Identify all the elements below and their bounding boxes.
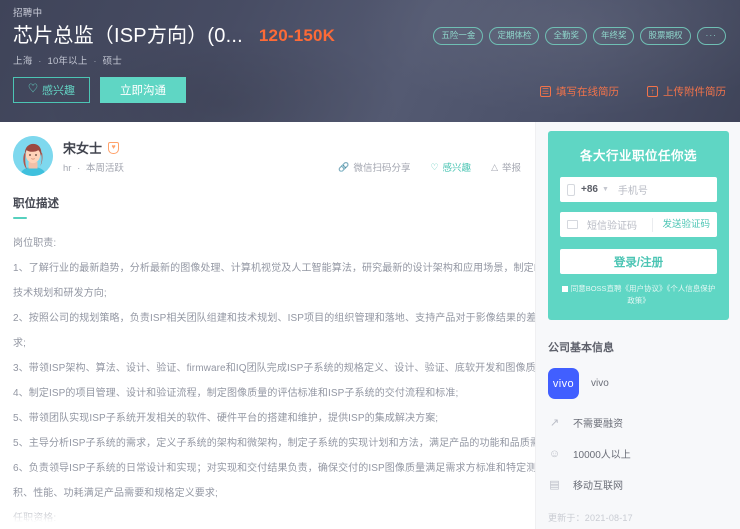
recruiter-row: 宋女士 ♥ hr · 本周活跃 🔗 微信扫码分享 ♡ 感兴趣 △ 举报 [13, 136, 521, 176]
company-funding-row: ↗ 不需要融资 [548, 415, 729, 430]
company-funding-label: 不需要融资 [573, 419, 623, 430]
meta-city: 上海 [13, 56, 33, 67]
description-line: 1、了解行业的最新趋势，分析最新的图像处理、计算机视觉及人工智能算法，研究最新的… [13, 263, 536, 274]
sms-code-placeholder[interactable]: 短信验证码 [587, 217, 637, 232]
login-card-title: 各大行业职位任你选 [579, 149, 697, 163]
job-detail-column: 宋女士 ♥ hr · 本周活跃 🔗 微信扫码分享 ♡ 感兴趣 △ 举报 职位描述… [0, 122, 536, 529]
meta-education: 硕士 [102, 56, 123, 67]
company-size-label: 10000人以上 [573, 450, 631, 461]
description-line: 积、性能、功耗满足产品需要和规格定义要求; [13, 488, 218, 499]
recruiter-sep: · [77, 163, 81, 174]
company-info-heading: 公司基本信息 [548, 342, 614, 354]
company-logo: vivo [548, 368, 579, 399]
recruiter-info: 宋女士 ♥ hr · 本周活跃 [63, 138, 124, 174]
terms-agreement[interactable]: 同意BOSS直聘《用户协议》《个人信息保护政策》 [560, 283, 717, 307]
benefit-tag-row: 五险一金 定期体检 全勤奖 年终奖 股票期权 ··· [433, 27, 726, 45]
upload-resume-link[interactable]: ↑ 上传附件简历 [647, 84, 726, 99]
benefit-tag: 全勤奖 [545, 27, 587, 45]
description-line: 6、负责领导ISP子系统的日常设计和实现；对实现和交付结果负责，确保交付的ISP… [13, 463, 536, 474]
interested-button-label: 感兴趣 [42, 85, 75, 97]
description-line: 5、带领团队实现ISP子系统开发相关的软件、硬件平台的搭建和维护，提供ISP的集… [13, 413, 439, 424]
sms-code-field[interactable]: 短信验证码 发送验证码 [560, 212, 717, 237]
phone-input-placeholder[interactable]: 手机号 [618, 182, 648, 197]
company-industry-label: 移动互联网 [573, 481, 623, 492]
updated-timestamp: 更新于：2021-08-17 [548, 513, 633, 523]
meta-experience: 10年以上 [47, 56, 88, 67]
description-line: 5、主导分析ISP子系统的需求，定义子系统的架构和微架构，制定子系统的实现计划和… [13, 438, 536, 449]
avatar[interactable] [13, 136, 53, 176]
industry-icon: ▤ [549, 479, 560, 491]
company-name: vivo [591, 378, 609, 389]
company-size-row: ☺ 10000人以上 [548, 446, 729, 462]
description-line: 岗位职责: [13, 238, 57, 249]
benefit-tag: 年终奖 [592, 27, 635, 45]
benefit-tag: 五险一金 [433, 27, 484, 45]
chevron-down-icon[interactable]: ▼ [602, 186, 609, 193]
interested-button[interactable]: ♡ 感兴趣 [13, 77, 90, 103]
phone-field[interactable]: +86 ▼ 手机号 [560, 177, 717, 202]
job-description-heading: 职位描述 [13, 198, 59, 210]
recruiter-name-line: 宋女士 ♥ [63, 138, 124, 157]
benefit-tag-more-button[interactable]: ··· [696, 27, 726, 45]
recruiter-action-row: 🔗 微信扫码分享 ♡ 感兴趣 △ 举报 [338, 160, 521, 176]
recruiter-activity: 本周活跃 [85, 163, 124, 174]
sidebar: 各大行业职位任你选 +86 ▼ 手机号 短信验证码 发送验证码 登录/注册 同意… [536, 122, 740, 529]
description-line: 任职资格: [13, 513, 57, 524]
job-status-label: 招聘中 [13, 8, 43, 19]
content-area: 宋女士 ♥ hr · 本周活跃 🔗 微信扫码分享 ♡ 感兴趣 △ 举报 职位描述… [0, 122, 740, 529]
job-meta: 上海 · 10年以上 · 硕士 [13, 53, 726, 67]
description-line: 2、按照公司的规划策略，负责ISP相关团队组建和技术规划、ISP项目的组织管理和… [13, 313, 536, 324]
meta-sep-1: · [38, 56, 42, 67]
company-industry-row: ▤ 移动互联网 [548, 477, 729, 492]
meta-sep-2: · [93, 56, 97, 67]
online-resume-icon: ☰ [540, 86, 551, 97]
interested-action[interactable]: ♡ 感兴趣 [430, 160, 471, 174]
wechat-share-label: 微信扫码分享 [353, 163, 411, 174]
benefit-tag: 定期体检 [489, 27, 540, 45]
link-icon: 🔗 [338, 161, 350, 172]
resume-link-row: ☰ 填写在线简历 ↑ 上传附件简历 [540, 84, 726, 99]
chat-now-button[interactable]: 立即沟通 [100, 77, 186, 103]
upload-resume-label: 上传附件简历 [663, 86, 726, 98]
interested-action-label: 感兴趣 [442, 163, 472, 174]
verified-shield-icon: ♥ [108, 141, 120, 154]
description-line: 4、制定ISP的项目管理、设计和验证流程，制定图像质量的评估标准和ISP子系统的… [13, 388, 459, 399]
country-code-value[interactable]: +86 [581, 184, 598, 195]
job-banner: 招聘中 芯片总监（ISP方向）(0... 120-150K 上海 · 10年以上… [0, 0, 740, 122]
report-action[interactable]: △ 举报 [491, 160, 521, 174]
message-icon [567, 220, 578, 229]
terms-text: 同意BOSS直聘《用户协议》《个人信息保护政策》 [570, 284, 716, 305]
fill-online-resume-label: 填写在线简历 [556, 86, 619, 98]
heart-icon: ♡ [430, 161, 439, 172]
job-description-body: 岗位职责: 1、了解行业的最新趋势，分析最新的图像处理、计算机视觉及人工智能算法… [13, 231, 536, 529]
recruiter-subtitle: hr · 本周活跃 [63, 160, 124, 174]
description-line: 求; [13, 338, 26, 349]
wechat-share-action[interactable]: 🔗 微信扫码分享 [338, 160, 410, 174]
report-icon: △ [491, 161, 498, 172]
funding-icon: ↗ [549, 417, 560, 429]
recruiter-role: hr [63, 163, 72, 174]
terms-checkbox[interactable] [561, 286, 568, 293]
fill-online-resume-link[interactable]: ☰ 填写在线简历 [540, 84, 619, 99]
login-card: 各大行业职位任你选 +86 ▼ 手机号 短信验证码 发送验证码 登录/注册 同意… [548, 131, 729, 320]
description-line: 3、带领ISP架构、算法、设计、验证、firmware和IQ团队完成ISP子系统… [13, 363, 536, 374]
recruiter-name: 宋女士 [63, 141, 103, 156]
company-identity[interactable]: vivo vivo [548, 368, 729, 399]
description-line: 技术规划和研发方向; [13, 288, 107, 299]
page-title: 芯片总监（ISP方向）(0... [13, 25, 243, 47]
upload-resume-icon: ↑ [647, 86, 658, 97]
report-label: 举报 [501, 163, 521, 174]
job-detail-page: 招聘中 芯片总监（ISP方向）(0... 120-150K 上海 · 10年以上… [0, 0, 740, 529]
salary-label: 120-150K [258, 26, 336, 45]
benefit-tag: 股票期权 [640, 27, 691, 45]
people-icon: ☺ [548, 447, 561, 460]
avatar-illustration [13, 136, 53, 176]
phone-icon [567, 183, 575, 196]
heart-icon: ♡ [28, 84, 38, 95]
send-code-button[interactable]: 发送验证码 [652, 217, 710, 232]
login-register-button[interactable]: 登录/注册 [560, 249, 717, 274]
heading-underline [13, 217, 27, 219]
